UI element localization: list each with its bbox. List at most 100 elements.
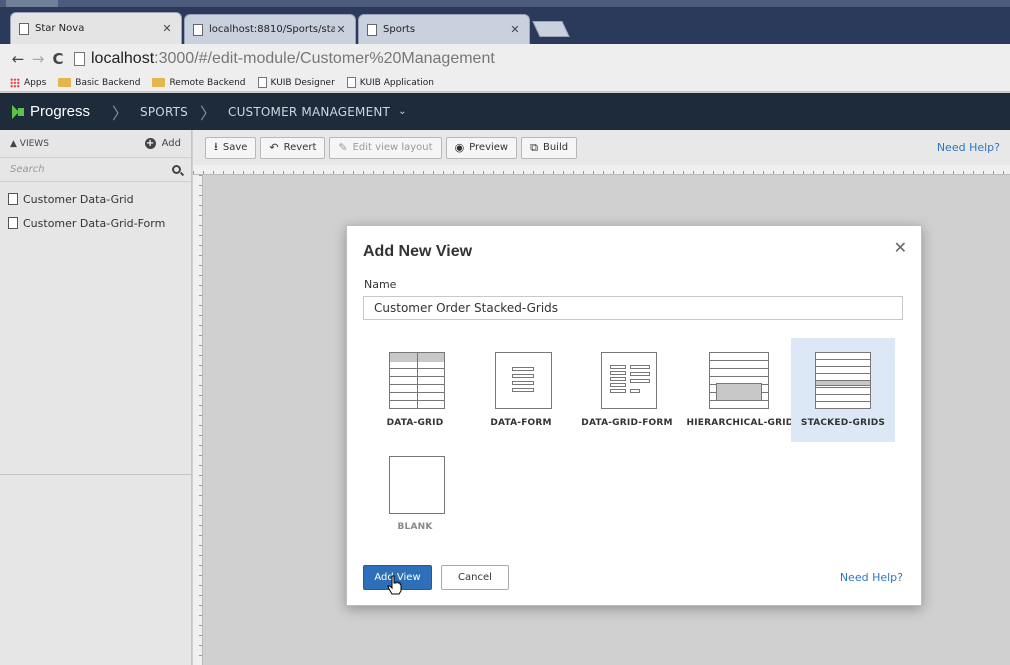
add-label: Add [161, 138, 181, 149]
url-host: localhost [91, 50, 155, 67]
breadcrumb-sports[interactable]: SPORTS [140, 105, 188, 119]
template-hierarchical-grid[interactable]: HIERARCHICAL-GRID [683, 338, 797, 442]
template-data-form[interactable]: DATA-FORM [469, 338, 573, 442]
sidebar-divider [0, 474, 191, 475]
logo-text: Progress [30, 103, 91, 120]
search-icon[interactable] [172, 165, 181, 174]
browser-tab-localhost[interactable]: localhost:8810/Sports/static ✕ [184, 14, 356, 44]
template-label: STACKED-GRIDS [800, 418, 886, 428]
template-data-grid[interactable]: DATA-GRID [363, 338, 467, 442]
search-placeholder: Search [10, 164, 45, 175]
template-label: DATA-GRID [386, 418, 444, 428]
url-field[interactable]: localhost:3000/#/edit-module/Customer%20… [74, 47, 1002, 71]
document-icon [8, 217, 18, 229]
form-line [630, 379, 650, 383]
views-header: ▲ VIEWS + Add [0, 130, 191, 158]
plus-circle-icon: + [144, 138, 156, 149]
pencil-icon: ✎ [338, 141, 348, 154]
back-arrow-icon[interactable]: ← [8, 50, 28, 68]
bookmark-kuib-designer[interactable]: KUIB Designer [257, 77, 335, 88]
hand-cursor-icon [387, 575, 402, 595]
undo-icon: ↶ [269, 141, 279, 154]
bookmark-label: Basic Backend [75, 77, 141, 88]
chevron-down-icon[interactable]: ⌄ [398, 106, 406, 117]
views-collapse-toggle[interactable]: ▲ VIEWS [10, 139, 145, 149]
browser-titlebar: Star Nova ✕ localhost:8810/Sports/static… [0, 0, 1010, 44]
hierarchical-grid-thumbnail [709, 352, 769, 409]
close-tab-icon[interactable]: ✕ [509, 23, 521, 36]
preview-label: Preview [469, 142, 509, 153]
form-line [512, 388, 534, 392]
page-icon [74, 52, 85, 66]
sidebar-item-customer-data-grid-form[interactable]: Customer Data-Grid-Form [0, 212, 191, 234]
data-form-thumbnail [495, 352, 552, 409]
build-label: Build [542, 142, 569, 153]
dialog-title: Add New View [363, 243, 473, 260]
bookmark-kuib-application[interactable]: KUIB Application [346, 77, 435, 88]
close-tab-icon[interactable]: ✕ [335, 23, 347, 36]
revert-button[interactable]: ↶ Revert [260, 136, 326, 159]
bookmark-label: Apps [24, 77, 47, 88]
chevron-right-icon: 〉 [199, 103, 216, 123]
edit-layout-label: Edit view layout [352, 142, 433, 153]
tab-title: Sports [383, 24, 416, 35]
preview-button[interactable]: ◉ Preview [445, 136, 518, 159]
template-label: DATA-GRID-FORM [581, 418, 673, 428]
grid-line [610, 383, 626, 387]
url-path: :3000/#/edit-module/Customer%20Managemen… [154, 50, 495, 67]
blank-thumbnail [389, 456, 445, 514]
os-strip [0, 0, 1010, 7]
dialog-need-help-link[interactable]: Need Help? [840, 571, 903, 584]
template-label: BLANK [397, 522, 433, 532]
browser-tab-sports[interactable]: Sports ✕ [358, 14, 530, 44]
forward-arrow-icon[interactable]: → [28, 50, 48, 68]
bookmark-label: KUIB Application [359, 77, 435, 88]
build-icon: ⧉ [530, 140, 538, 154]
template-stacked-grids[interactable]: STACKED-GRIDS [791, 338, 895, 442]
caret-up-icon: ▲ [10, 138, 20, 149]
grid-line [610, 371, 626, 375]
sidebar-item-customer-data-grid[interactable]: Customer Data-Grid [0, 188, 191, 210]
browser-tab-star-nova[interactable]: Star Nova ✕ [10, 12, 182, 44]
cancel-button[interactable]: Cancel [441, 565, 509, 590]
view-name-field[interactable] [363, 296, 903, 320]
new-tab-button[interactable] [532, 21, 570, 37]
browser-tabs: Star Nova ✕ localhost:8810/Sports/static… [10, 12, 570, 44]
close-icon[interactable]: ✕ [894, 238, 907, 257]
bookmarks-bar: Apps Basic Backend Remote Backend KUIB D… [0, 74, 1010, 92]
document-icon [8, 193, 18, 205]
save-label: Save [222, 142, 248, 153]
bookmark-basic-backend[interactable]: Basic Backend [58, 78, 140, 88]
grid-line [610, 365, 626, 369]
editor-toolbar: ⭳ Save ↶ Revert ✎ Edit view layout ◉ Preview… [193, 130, 1010, 165]
revert-label: Revert [283, 142, 317, 153]
build-button[interactable]: ⧉ Build [521, 136, 578, 159]
page-icon [367, 23, 377, 36]
bookmark-label: Remote Backend [169, 77, 246, 88]
close-tab-icon[interactable]: ✕ [161, 22, 173, 35]
app-header: Progress 〉 SPORTS 〉 CUSTOMER MANAGEMENT … [0, 93, 1010, 130]
progress-logo[interactable]: Progress [12, 103, 90, 120]
views-search-input[interactable]: Search [0, 158, 191, 182]
horizontal-ruler [193, 165, 1010, 175]
data-grid-form-thumbnail [601, 352, 657, 409]
reload-icon[interactable]: C [48, 50, 68, 68]
save-button[interactable]: ⭳ Save [205, 136, 257, 159]
template-data-grid-form[interactable]: DATA-GRID-FORM [575, 338, 679, 442]
bookmark-remote-backend[interactable]: Remote Backend [152, 77, 246, 88]
add-new-view-dialog: Add New View ✕ Name DATA-GRID DATA-FORM … [346, 225, 922, 606]
apps-grid-icon [10, 77, 20, 88]
sidebar-item-label: Customer Data-Grid [23, 192, 134, 206]
page-icon [257, 77, 267, 88]
os-strip-label [6, 0, 58, 7]
need-help-link[interactable]: Need Help? [937, 141, 1000, 154]
folder-icon [152, 78, 166, 87]
edit-view-layout-button[interactable]: ✎ Edit view layout [329, 136, 442, 159]
template-blank[interactable]: BLANK [363, 450, 467, 554]
form-line [630, 389, 640, 393]
data-grid-thumbnail [389, 352, 445, 409]
add-view-sidebar-button[interactable]: + Add [144, 138, 181, 149]
eye-icon: ◉ [454, 141, 465, 154]
breadcrumb-customer-management[interactable]: CUSTOMER MANAGEMENT [228, 105, 390, 119]
bookmark-apps[interactable]: Apps [10, 77, 47, 88]
